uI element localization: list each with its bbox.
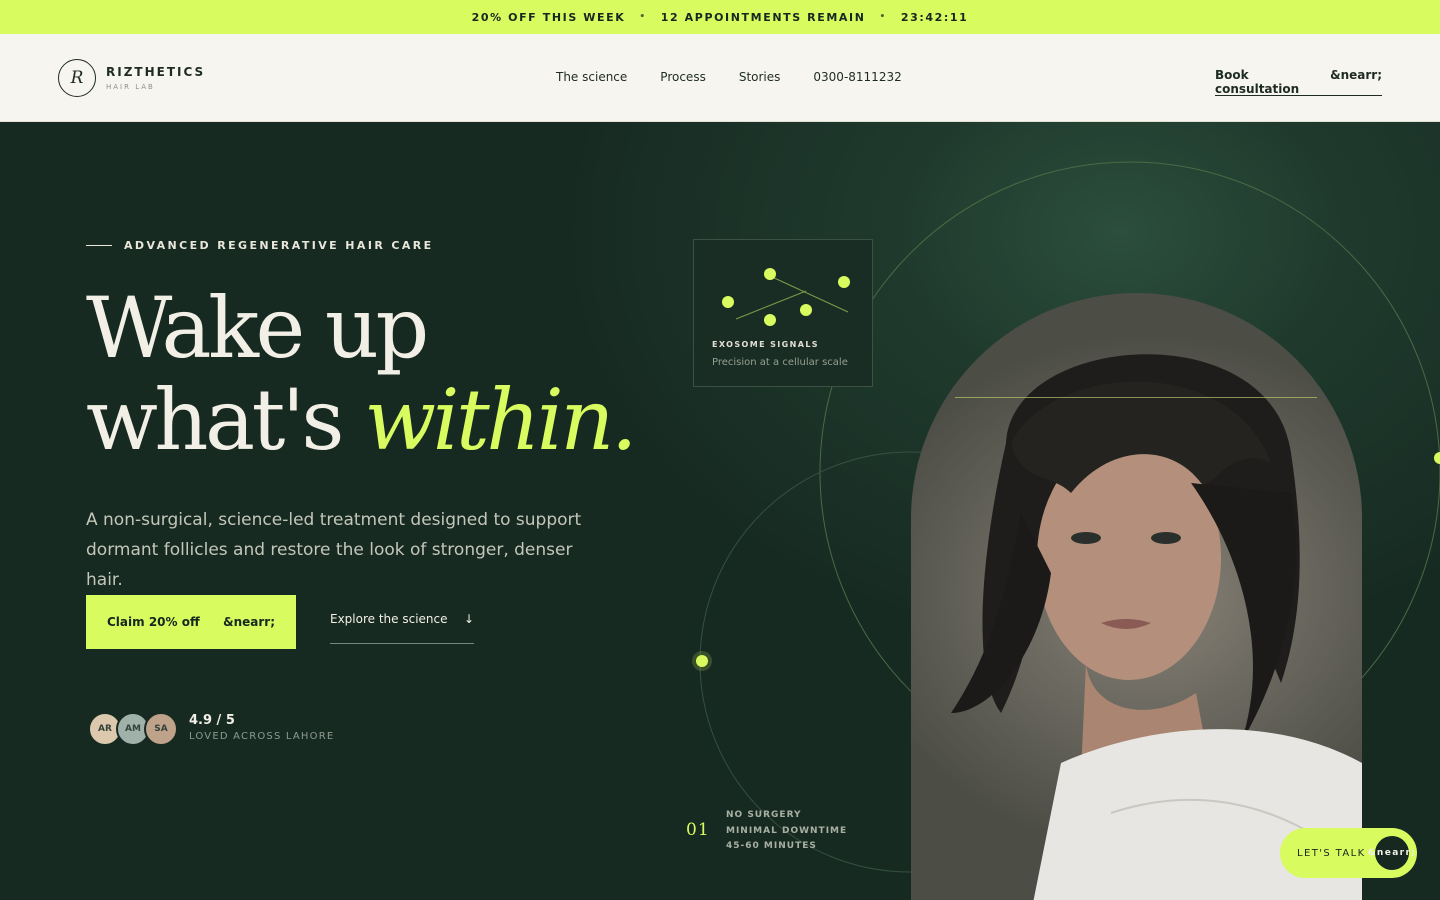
logo-mark: R bbox=[58, 59, 96, 97]
headline-line-1: Wake up bbox=[86, 279, 429, 377]
dot-separator: • bbox=[879, 12, 887, 22]
brand-subtitle: HAIR LAB bbox=[106, 82, 155, 91]
arrow-up-right-icon: &nearr; bbox=[1330, 68, 1382, 82]
hero-subtext: A non-surgical, science-led treatment de… bbox=[86, 510, 582, 590]
rating-value: 4.9 / 5 bbox=[189, 713, 235, 728]
feature-number: 01 bbox=[686, 820, 710, 840]
promo-bar: 20% OFF THIS WEEK • 12 APPOINTMENTS REMA… bbox=[0, 0, 1440, 34]
exosome-card: EXOSOME SIGNALS Precision at a cellular … bbox=[693, 239, 873, 387]
promo-offer: 20% OFF THIS WEEK bbox=[471, 10, 626, 24]
main-nav: The science Process Stories 0300-8111232 bbox=[556, 70, 902, 84]
nav-item-process[interactable]: Process bbox=[660, 70, 706, 84]
nav-item-phone[interactable]: 0300-8111232 bbox=[813, 70, 901, 84]
explore-science-label: Explore the science bbox=[330, 612, 448, 626]
arrow-up-right-icon: &nearr; bbox=[1368, 836, 1415, 870]
portrait-illustration bbox=[951, 354, 1362, 900]
logo-text: RIZTHETICS HAIR LAB bbox=[106, 66, 205, 91]
feature-item: 45-60 MINUTES bbox=[726, 841, 817, 851]
eyebrow-text: ADVANCED REGENERATIVE HAIR CARE bbox=[124, 239, 434, 252]
hero-headline: Wake up what's within. bbox=[86, 279, 638, 469]
hero-eyebrow: ADVANCED REGENERATIVE HAIR CARE bbox=[86, 239, 434, 252]
claim-offer-button[interactable]: Claim 20% off &nearr; bbox=[86, 595, 296, 649]
card-subtitle: Precision at a cellular scale bbox=[712, 357, 848, 368]
rating: 4.9 / 5 LOVED ACROSS LAHORE bbox=[189, 714, 334, 742]
brand-name: RIZTHETICS bbox=[106, 64, 206, 79]
headline-line-2: what's within. bbox=[86, 371, 638, 469]
feature-item: NO SURGERY bbox=[726, 810, 802, 820]
lets-talk-label: LET'S TALK bbox=[1297, 847, 1366, 859]
arrow-up-right-icon: &nearr; bbox=[223, 615, 275, 629]
promo-countdown: 23:42:11 bbox=[900, 10, 969, 24]
feature-item: MINIMAL DOWNTIME bbox=[726, 825, 848, 836]
claim-offer-label: Claim 20% off bbox=[107, 615, 200, 629]
arrow-down-icon: ↓ bbox=[463, 612, 474, 626]
card-title: EXOSOME SIGNALS bbox=[712, 340, 819, 349]
logo[interactable]: R RIZTHETICS HAIR LAB bbox=[58, 59, 205, 97]
site-header: R RIZTHETICS HAIR LAB The science Proces… bbox=[0, 34, 1440, 122]
headline-accent: within. bbox=[364, 371, 637, 469]
avatar: SA bbox=[144, 712, 178, 746]
eyebrow-line bbox=[86, 245, 112, 246]
nav-item-stories[interactable]: Stories bbox=[739, 70, 781, 84]
nav-item-science[interactable]: The science bbox=[556, 70, 627, 84]
avatar-stack: AR AM SA bbox=[88, 712, 178, 746]
hero-portrait bbox=[911, 293, 1362, 900]
hero-section: ADVANCED REGENERATIVE HAIR CARE Wake up … bbox=[0, 122, 1440, 900]
book-consultation-label: Book consultation bbox=[1215, 68, 1300, 96]
feature-list: NO SURGERY MINIMAL DOWNTIME 45-60 MINUTE… bbox=[726, 808, 847, 855]
promo-appointments: 12 APPOINTMENTS REMAIN bbox=[660, 10, 866, 24]
rating-label: LOVED ACROSS LAHORE bbox=[189, 731, 335, 742]
headline-word: what's bbox=[86, 371, 345, 469]
lets-talk-button[interactable]: LET'S TALK &nearr; bbox=[1280, 828, 1417, 878]
book-consultation-link[interactable]: Book consultation &nearr; bbox=[1215, 68, 1382, 96]
explore-science-link[interactable]: Explore the science ↓ bbox=[330, 612, 474, 644]
dot-separator: • bbox=[639, 12, 647, 22]
orbit-dot-edge bbox=[1434, 452, 1440, 464]
scan-line bbox=[955, 397, 1317, 398]
orbit-dot-glow bbox=[692, 651, 712, 671]
